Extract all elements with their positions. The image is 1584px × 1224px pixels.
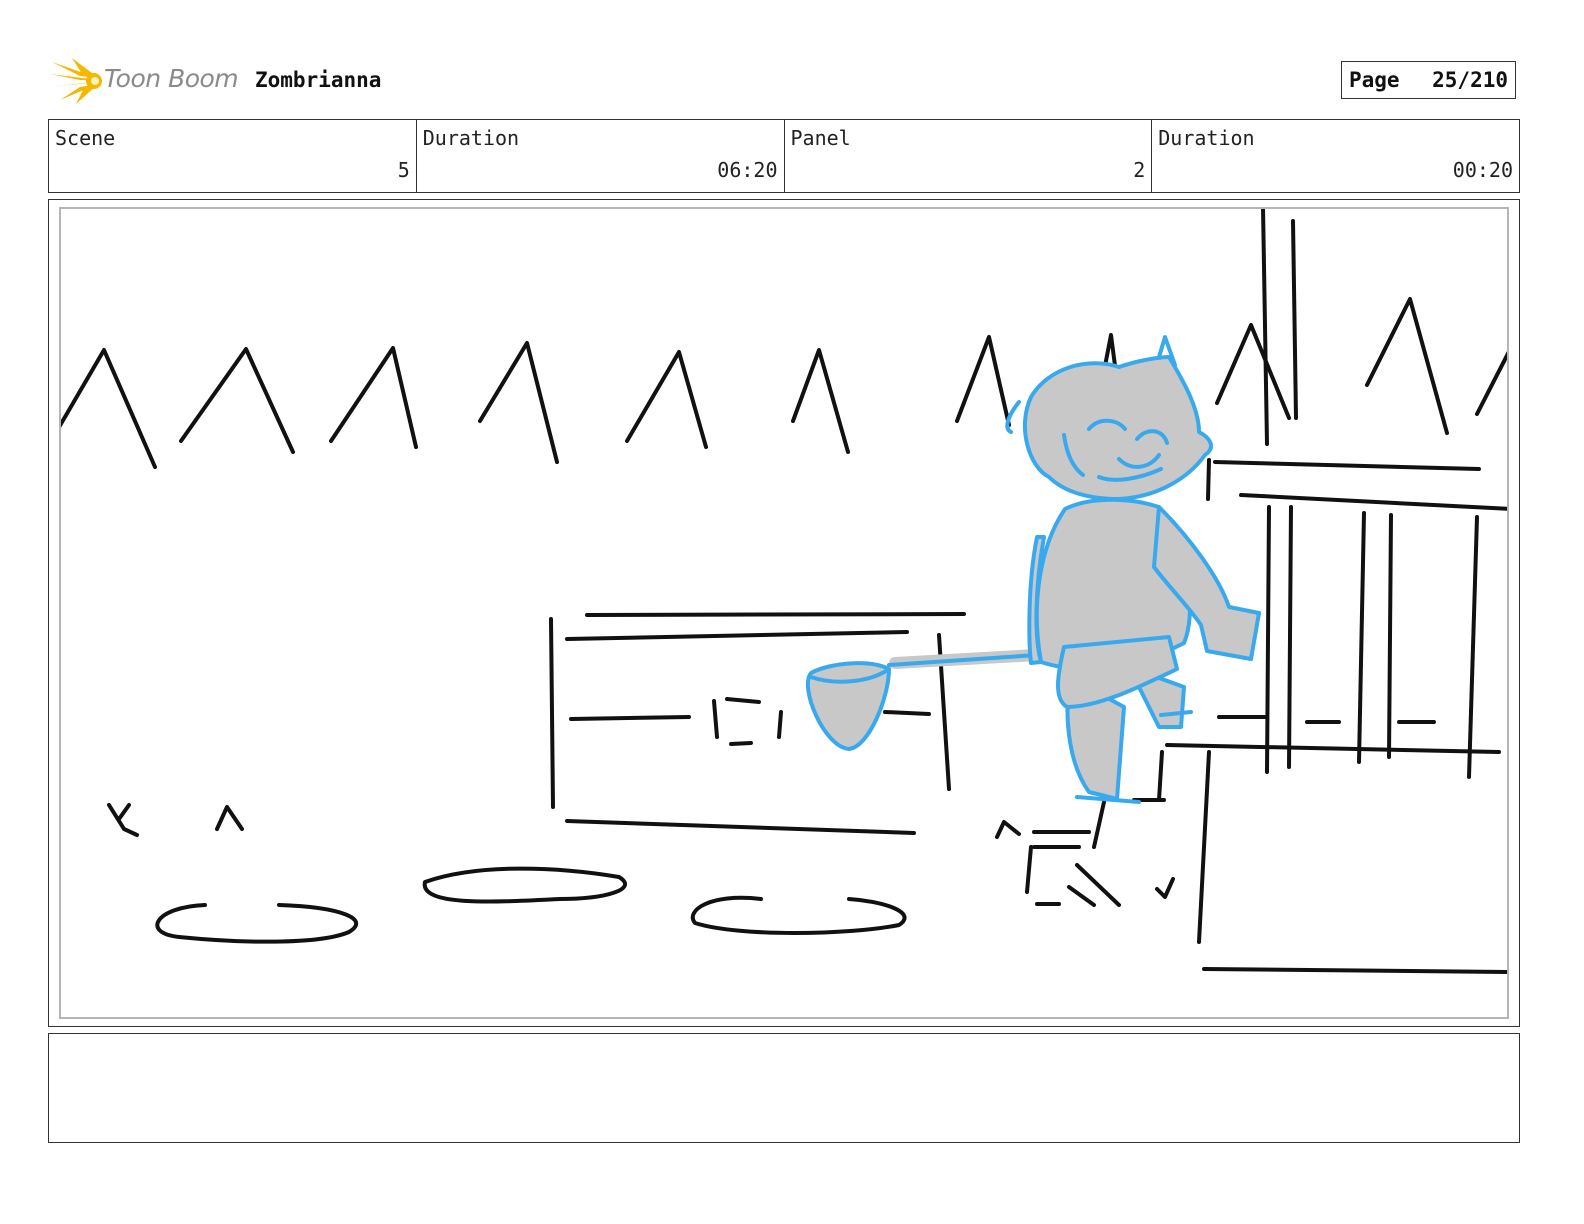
- toon-boom-logo: Toon Boom: [50, 56, 240, 106]
- scene-duration-label: Duration: [422, 126, 520, 150]
- panel-cell: Panel 2: [785, 120, 1153, 192]
- scene-duration-value: 06:20: [717, 158, 778, 182]
- panel-duration-label: Duration: [1158, 126, 1255, 150]
- scene-cell: Scene 5: [49, 120, 417, 192]
- panel-drawing-area: [59, 207, 1509, 1019]
- panel-duration-value: 00:20: [1452, 158, 1513, 182]
- panel-info-table: Scene 5 Duration 06:20 Panel 2 Duration …: [48, 119, 1520, 193]
- page-indicator: Page 25/210: [1341, 61, 1516, 99]
- storyboard-panel: [48, 199, 1520, 1027]
- star-burst-icon: [50, 58, 102, 104]
- logo-text: Toon Boom: [104, 64, 239, 93]
- page-label: Page: [1349, 68, 1400, 92]
- panel-label: Panel: [790, 126, 851, 150]
- background-sketch: [61, 209, 1507, 974]
- panel-notes-box: [48, 1033, 1520, 1143]
- panel-duration-cell: Duration 00:20: [1152, 120, 1519, 192]
- scene-value: 5: [397, 158, 410, 182]
- panel-sketch: [61, 209, 1507, 974]
- character-sketch: [805, 335, 1261, 804]
- storyboard-header: Toon Boom Zombrianna Page 25/210: [50, 56, 1540, 106]
- scene-duration-cell: Duration 06:20: [417, 120, 785, 192]
- project-title: Zombrianna: [255, 68, 382, 92]
- panel-value: 2: [1133, 158, 1146, 182]
- scene-label: Scene: [55, 126, 116, 150]
- page-number: 25/210: [1432, 68, 1508, 92]
